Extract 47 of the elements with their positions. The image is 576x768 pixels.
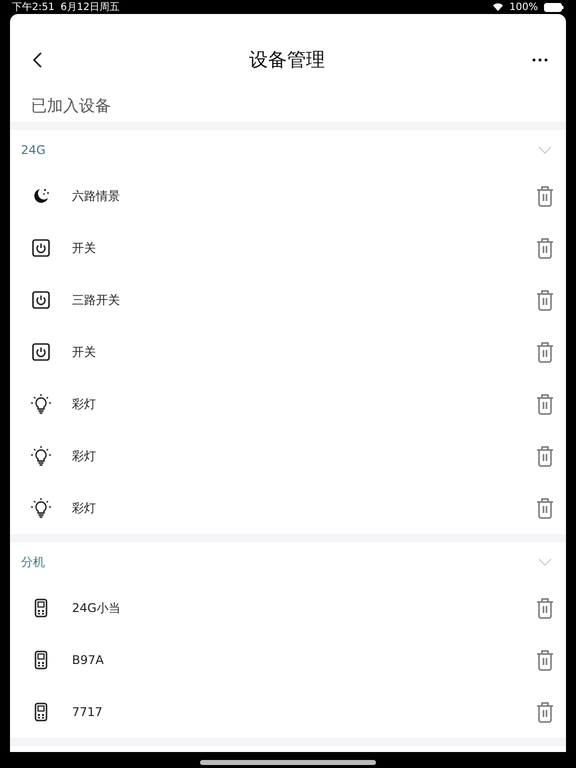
delete-button[interactable]	[536, 237, 554, 259]
device-name: 彩灯	[72, 396, 97, 412]
wifi-icon	[493, 3, 504, 11]
section-title: 已加入设备	[31, 96, 111, 116]
trash-icon	[536, 649, 554, 671]
delete-button[interactable]	[536, 289, 554, 311]
trash-icon	[536, 597, 554, 619]
delete-button[interactable]	[536, 341, 554, 363]
back-icon[interactable]	[32, 52, 42, 68]
delete-button[interactable]	[536, 497, 554, 519]
device-name: 开关	[72, 240, 97, 256]
trash-icon	[536, 237, 554, 259]
device-name: 7717	[72, 705, 104, 719]
delete-button[interactable]	[536, 393, 554, 415]
power-icon	[31, 290, 51, 310]
trash-icon	[536, 445, 554, 467]
trash-icon	[536, 341, 554, 363]
light-bulb-icon	[30, 445, 52, 467]
trash-icon	[536, 497, 554, 519]
light-bulb-icon	[30, 393, 52, 415]
trash-icon	[536, 289, 554, 311]
trash-icon	[536, 393, 554, 415]
group-title: 分机	[21, 554, 45, 570]
more-icon[interactable]	[532, 58, 548, 62]
device-name: 六路情景	[72, 188, 121, 204]
device-name: 彩灯	[72, 500, 97, 516]
page-title: 设备管理	[249, 48, 325, 73]
device-name: 三路开关	[72, 292, 121, 308]
battery-percent: 100%	[509, 2, 538, 12]
status-date: 6月12日周五	[60, 1, 120, 14]
delete-button[interactable]	[536, 185, 554, 207]
device-name: 24G小当	[72, 600, 122, 616]
delete-button[interactable]	[536, 701, 554, 723]
battery-icon	[544, 2, 564, 12]
device-name: 彩灯	[72, 448, 97, 464]
light-bulb-icon	[30, 497, 52, 519]
status-time: 下午2:51	[12, 1, 54, 14]
group-title: 24G	[21, 143, 46, 157]
trash-icon	[536, 701, 554, 723]
trash-icon	[536, 185, 554, 207]
device-name: B97A	[72, 653, 105, 667]
power-icon	[31, 238, 51, 258]
delete-button[interactable]	[536, 597, 554, 619]
device-name: 开关	[72, 344, 97, 360]
power-icon	[31, 342, 51, 362]
delete-button[interactable]	[536, 649, 554, 671]
delete-button[interactable]	[536, 445, 554, 467]
